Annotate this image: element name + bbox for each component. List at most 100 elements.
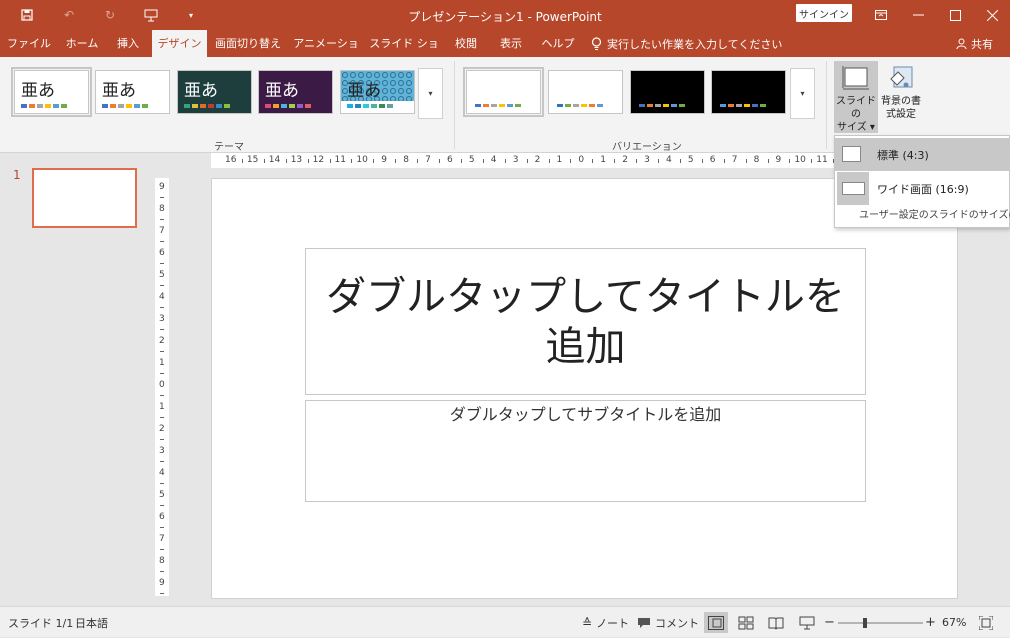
ruler-tick-mark bbox=[460, 159, 462, 163]
tell-me-text: 実行したい作業を入力してください bbox=[607, 37, 783, 51]
ruler-tick-mark bbox=[570, 159, 572, 163]
ruler-tick-label: 1 bbox=[556, 155, 563, 165]
normal-view-icon[interactable] bbox=[704, 612, 728, 633]
tab-view[interactable]: 表示 bbox=[491, 30, 531, 57]
tab-transitions[interactable]: 画面切り替え bbox=[212, 30, 284, 57]
ruler-tick-label: 2 bbox=[622, 155, 628, 165]
zoom-in-button[interactable]: + bbox=[925, 607, 936, 638]
ruler-tick-label: 4 bbox=[666, 155, 672, 165]
menu-item-widescreen[interactable]: ワイド画面 (16:9) bbox=[835, 172, 1010, 205]
title-placeholder[interactable]: ダブルタップしてタイトルを追加 bbox=[305, 248, 866, 395]
close-icon[interactable] bbox=[974, 0, 1010, 30]
tab-design[interactable]: デザイン bbox=[152, 30, 207, 57]
themes-more-button[interactable]: ▾ bbox=[418, 68, 443, 119]
tab-file[interactable]: ファイル bbox=[3, 30, 55, 57]
slideshow-view-icon[interactable] bbox=[795, 612, 819, 633]
status-bar: スライド 1/1 日本語 ≙ ノート コメント − + 67% bbox=[0, 606, 1010, 637]
ruler-tick-mark bbox=[789, 159, 791, 163]
minimize-icon[interactable] bbox=[900, 0, 936, 30]
group-separator bbox=[826, 61, 827, 149]
comment-icon bbox=[638, 617, 650, 628]
ruler-tick-mark bbox=[526, 159, 528, 163]
variation-4[interactable] bbox=[711, 70, 786, 114]
notes-button[interactable]: ≙ ノート bbox=[582, 607, 629, 638]
zoom-slider[interactable] bbox=[838, 607, 923, 638]
ruler-tick-label: 7 bbox=[159, 226, 165, 236]
tab-home[interactable]: ホーム bbox=[58, 30, 106, 57]
variation-1[interactable] bbox=[463, 67, 544, 117]
ruler-tick-mark bbox=[701, 159, 703, 163]
ruler-tick-mark bbox=[614, 159, 616, 163]
ruler-tick-label: 6 bbox=[709, 155, 716, 165]
zoom-out-button[interactable]: − bbox=[824, 607, 835, 638]
vertical-ruler: 9 8 7 6 5 4 3 2 1 0 1 2 3 4 5 6 7 8 9 bbox=[155, 178, 169, 596]
tab-review[interactable]: 校閲 bbox=[446, 30, 486, 57]
ruler-tick-label: 9 bbox=[381, 155, 388, 165]
comments-button[interactable]: コメント bbox=[637, 607, 699, 638]
document-title: プレゼンテーション1 - PowerPoint bbox=[408, 10, 602, 24]
ruler-tick-label: 8 bbox=[403, 155, 409, 165]
ruler-tick-mark bbox=[723, 159, 725, 163]
menu-item-custom-size[interactable]: ユーザー設定のスライドのサイズ(C)... bbox=[835, 206, 1010, 226]
reading-view-icon[interactable] bbox=[764, 612, 788, 633]
standard-aspect-icon bbox=[842, 146, 861, 162]
tab-insert[interactable]: 挿入 bbox=[108, 30, 148, 57]
slide-size-label-1: スライドの bbox=[836, 96, 876, 120]
ruler-tick-label: 9 bbox=[159, 578, 165, 588]
slide-sorter-view-icon[interactable] bbox=[734, 612, 758, 633]
menu-item-standard[interactable]: 標準 (4:3) bbox=[835, 138, 1010, 171]
fit-to-window-icon[interactable] bbox=[979, 607, 993, 638]
ruler-tick-mark bbox=[160, 197, 164, 198]
signin-button[interactable]: サインイン bbox=[796, 4, 852, 22]
widescreen-aspect-icon bbox=[842, 182, 865, 195]
maximize-icon[interactable] bbox=[937, 0, 973, 30]
share-button[interactable]: 共有 bbox=[956, 30, 993, 57]
ruler-tick-label: 6 bbox=[447, 155, 453, 165]
ruler-tick-label: 1 bbox=[600, 155, 607, 165]
ruler-tick-label: 4 bbox=[159, 292, 165, 302]
ruler-tick-mark bbox=[373, 159, 375, 163]
ruler-tick-label: 3 bbox=[512, 155, 519, 165]
variations-more-button[interactable]: ▾ bbox=[790, 68, 815, 119]
tab-help[interactable]: ヘルプ bbox=[536, 30, 580, 57]
menu-item-widescreen-label: ワイド画面 (16:9) bbox=[877, 182, 969, 196]
variation-swatches bbox=[557, 104, 603, 107]
slide-size-label-2: サイズ ▾ bbox=[837, 122, 875, 133]
theme-pattern[interactable]: 亜あ bbox=[340, 70, 415, 114]
ruler-tick-mark bbox=[160, 483, 164, 484]
theme-sample-text: 亜あ bbox=[265, 81, 299, 101]
slide-info: スライド 1/1 bbox=[8, 616, 74, 630]
theme-sample-text: 亜あ bbox=[102, 81, 136, 101]
theme-teal[interactable]: 亜あ bbox=[177, 70, 252, 114]
slide-size-button[interactable]: スライドの サイズ ▾ bbox=[834, 61, 878, 133]
ruler-tick-label: 3 bbox=[159, 446, 165, 456]
slide-size-menu: 標準 (4:3) ワイド画面 (16:9) ユーザー設定のスライドのサイズ(C)… bbox=[834, 135, 1010, 228]
tab-animations[interactable]: アニメーション bbox=[290, 30, 362, 77]
zoom-level[interactable]: 67% bbox=[942, 607, 966, 638]
language-indicator[interactable]: 日本語 bbox=[75, 607, 108, 638]
ruler-tick-mark bbox=[745, 159, 747, 163]
variation-3[interactable] bbox=[630, 70, 705, 114]
ruler-tick-mark bbox=[160, 373, 164, 374]
ruler-tick-label: 8 bbox=[753, 155, 760, 165]
variation-swatches bbox=[720, 104, 766, 107]
ruler-tick-label: 15 bbox=[246, 155, 259, 165]
ruler-tick-label: 1 bbox=[159, 402, 165, 412]
subtitle-placeholder[interactable]: ダブルタップしてサブタイトルを追加 bbox=[305, 400, 866, 502]
ruler-tick-mark bbox=[160, 505, 164, 506]
comments-label: コメント bbox=[655, 616, 699, 630]
theme-purple[interactable]: 亜あ bbox=[258, 70, 333, 114]
format-background-button[interactable]: 背景の書 式設定 bbox=[879, 61, 923, 133]
theme-office[interactable]: 亜あ bbox=[11, 67, 92, 117]
tell-me-box[interactable]: 実行したい作業を入力してください bbox=[591, 30, 782, 57]
theme-office-2[interactable]: 亜あ bbox=[95, 70, 170, 114]
tab-slideshow[interactable]: スライド ショー bbox=[368, 30, 440, 77]
slide-thumbnail[interactable] bbox=[32, 168, 137, 228]
ribbon-display-options-icon[interactable] bbox=[863, 0, 899, 30]
variation-2[interactable] bbox=[548, 70, 623, 114]
slide-canvas[interactable]: ダブルタップしてタイトルを追加 ダブルタップしてサブタイトルを追加 bbox=[211, 178, 958, 599]
ruler-tick-mark bbox=[307, 159, 309, 163]
person-icon bbox=[956, 38, 967, 49]
ruler-tick-mark bbox=[679, 159, 681, 163]
ruler-tick-label: 5 bbox=[159, 270, 165, 280]
